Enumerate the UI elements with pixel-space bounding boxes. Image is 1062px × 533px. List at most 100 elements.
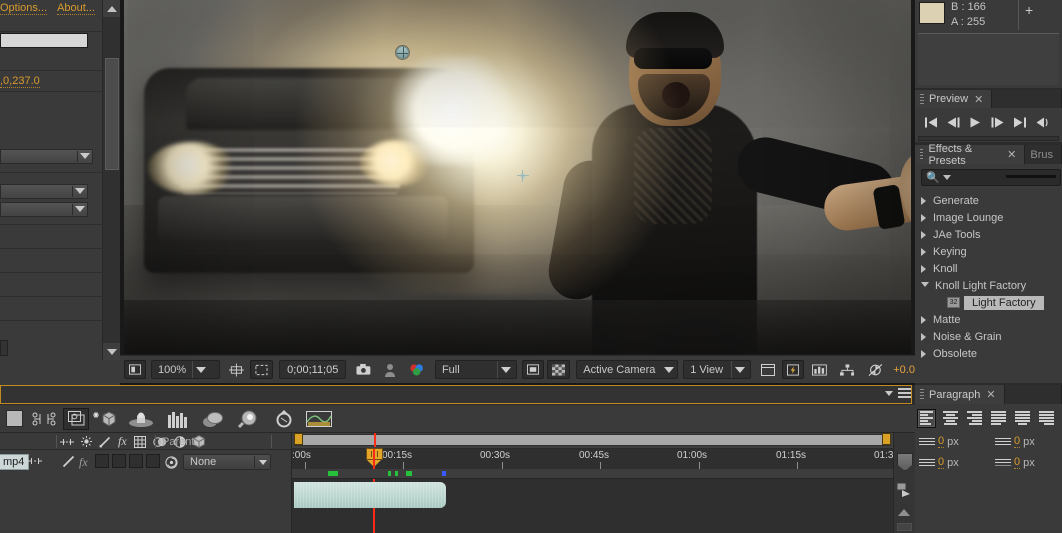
layer-switch-box[interactable] — [146, 454, 160, 468]
work-area-start-handle[interactable] — [294, 433, 303, 445]
scroll-down-button[interactable] — [103, 343, 121, 360]
audio-icon[interactable] — [28, 456, 42, 466]
layer-switch-box[interactable] — [112, 454, 126, 468]
left-small-box[interactable] — [0, 340, 8, 356]
tab-preview[interactable]: Preview ✕ — [915, 90, 993, 108]
selection-tool-icon[interactable] — [0, 406, 28, 432]
effects-category-knoll[interactable]: Knoll — [915, 260, 1062, 277]
last-frame-button[interactable] — [1014, 117, 1026, 128]
previous-frame-button[interactable] — [947, 117, 960, 128]
align-center-button[interactable] — [941, 409, 960, 428]
layer-switch-box[interactable] — [95, 454, 109, 468]
left-scrollbar[interactable] — [102, 0, 121, 360]
timeline-vertical-scrollbar[interactable] — [893, 433, 915, 533]
justify-last-center-button[interactable] — [1013, 409, 1032, 428]
keyframe-marker-strip[interactable] — [292, 469, 893, 479]
close-icon[interactable]: ✕ — [1007, 148, 1016, 161]
view-layout-select[interactable]: 1 View — [683, 360, 751, 379]
scrollbar-thumb[interactable] — [897, 523, 912, 531]
effects-category-obsolete[interactable]: Obsolete — [915, 345, 1062, 362]
effects-category-generate[interactable]: Generate — [915, 192, 1062, 209]
parent-select[interactable]: None — [183, 454, 271, 470]
comp-flowchart-icon[interactable] — [836, 360, 859, 379]
region-toggle-button[interactable] — [522, 360, 545, 379]
first-frame-button[interactable] — [925, 117, 937, 128]
close-icon[interactable]: ✕ — [974, 93, 983, 106]
timecode-toggle-icon[interactable] — [757, 360, 779, 379]
lock-icon[interactable] — [99, 436, 111, 448]
effects-fx-icon[interactable]: fx — [79, 455, 88, 470]
layer-name[interactable]: mp4 — [0, 454, 30, 470]
indent-right-margin-field[interactable]: 0 px — [995, 435, 1035, 448]
exposure-value[interactable]: +0.0 — [893, 364, 915, 376]
graph-editor-icon[interactable] — [301, 406, 337, 432]
camera-view-select[interactable]: Active Camera — [576, 360, 679, 379]
justify-last-left-button[interactable] — [989, 409, 1008, 428]
scrollbar-thumb[interactable] — [105, 58, 119, 170]
transparency-grid-button[interactable] — [547, 360, 571, 379]
indent-left-margin-field[interactable]: 0 px — [919, 435, 959, 448]
options-button[interactable]: Options... — [0, 2, 48, 15]
current-timecode-display[interactable]: 0;00;11;05 — [279, 360, 347, 379]
roto-brush-icon[interactable] — [63, 407, 89, 430]
triangle-up-icon[interactable] — [898, 509, 910, 516]
search-input[interactable]: 🔍 — [921, 169, 1061, 186]
layer-switch-box[interactable] — [129, 454, 143, 468]
color-channels-icon[interactable] — [405, 360, 429, 379]
toggle-view-masks-button[interactable] — [124, 360, 147, 379]
camera-snapshot-icon[interactable] — [352, 360, 375, 379]
eraser-icon[interactable] — [197, 406, 231, 432]
shield-icon[interactable] — [897, 453, 913, 471]
tab-effects-presets[interactable]: Effects & Presets ✕ — [915, 143, 1026, 167]
fast-preview-icon[interactable] — [781, 360, 804, 379]
timeline-panel-menu[interactable] — [885, 388, 911, 398]
indent-first-line-field[interactable]: 0 px — [919, 456, 959, 469]
lock-icon[interactable] — [62, 455, 75, 468]
work-area-bar[interactable] — [294, 434, 891, 446]
play-button[interactable] — [970, 117, 981, 128]
effects-list[interactable]: Generate Image Lounge JAe Tools Keying K… — [915, 192, 1062, 383]
effects-category-knoll-light-factory[interactable]: Knoll Light Factory — [915, 277, 1062, 294]
3d-layer-icon[interactable] — [192, 435, 205, 448]
zoom-level-select[interactable]: 100% — [151, 360, 221, 379]
light-anchor-point-handle[interactable] — [396, 46, 409, 59]
effects-category-keying[interactable]: Keying — [915, 243, 1062, 260]
brush-tool-icon[interactable] — [121, 406, 161, 432]
layer-bar-row[interactable] — [292, 480, 893, 510]
shape-tool-icon[interactable] — [231, 406, 267, 432]
about-button[interactable]: About... — [57, 2, 95, 15]
align-right-button[interactable] — [965, 409, 984, 428]
work-area-end-handle[interactable] — [882, 433, 891, 445]
effect-control-point-handle[interactable] — [517, 170, 529, 182]
left-dropdown-1[interactable] — [0, 149, 93, 164]
grid-guides-button[interactable] — [225, 360, 248, 379]
effects-category-jae-tools[interactable]: JAe Tools — [915, 226, 1062, 243]
close-icon[interactable]: ✕ — [986, 388, 995, 401]
pickwhip-icon[interactable] — [165, 456, 178, 469]
resolution-select[interactable]: Full — [434, 360, 518, 379]
frame-blend-icon[interactable] — [133, 435, 146, 448]
left-dropdown-3[interactable] — [0, 202, 88, 217]
tab-brushes[interactable]: Brus — [1025, 145, 1062, 164]
left-dropdown-2[interactable] — [0, 184, 88, 199]
align-left-button[interactable] — [917, 408, 936, 428]
scroll-up-button[interactable] — [103, 0, 121, 17]
justify-last-right-button[interactable] — [1037, 409, 1056, 428]
left-coordinate-value[interactable]: ,0,237.0 — [0, 73, 102, 89]
left-text-input[interactable] — [0, 33, 88, 48]
work-area-ruler[interactable] — [292, 433, 893, 449]
ram-preview-button[interactable] — [1036, 117, 1048, 128]
shape-3d-tool-icon[interactable] — [89, 406, 121, 432]
space-before-paragraph-field[interactable]: 0 px — [995, 456, 1035, 469]
pen-tool-icon[interactable] — [267, 406, 301, 432]
solo-icon[interactable] — [81, 436, 92, 447]
effects-category-image-lounge[interactable]: Image Lounge — [915, 209, 1062, 226]
layer-duration-bar[interactable] — [294, 482, 446, 508]
effects-fx-icon[interactable]: fx — [118, 434, 127, 449]
region-of-interest-button[interactable] — [250, 360, 274, 379]
show-snapshot-icon[interactable] — [379, 360, 401, 379]
audio-icon[interactable] — [60, 437, 74, 447]
renderer-options-icon[interactable] — [808, 360, 831, 379]
effects-category-matte[interactable]: Matte — [915, 311, 1062, 328]
table-row[interactable]: mp4 fx None — [0, 451, 292, 473]
